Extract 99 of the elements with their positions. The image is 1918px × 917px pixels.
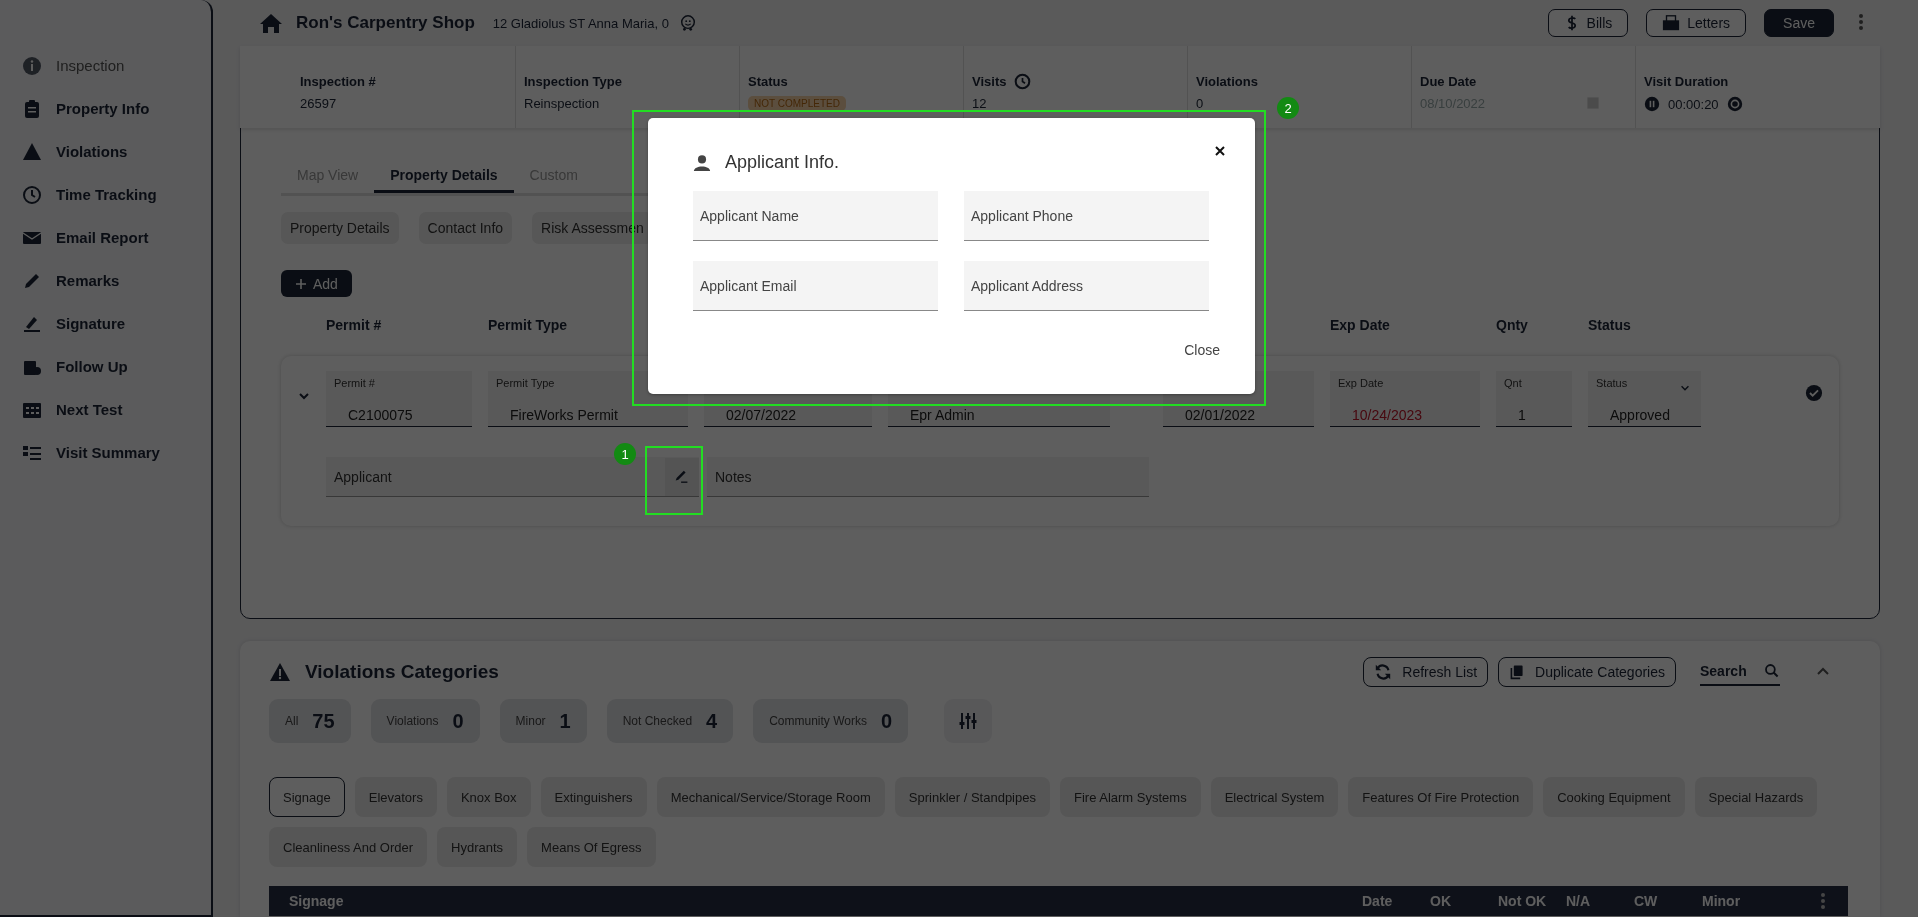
pause-icon bbox=[1644, 96, 1660, 112]
summary-value: 26597 bbox=[300, 96, 337, 111]
tab[interactable]: Property Details bbox=[374, 159, 514, 193]
column-header: Minor bbox=[1702, 893, 1742, 909]
warning-icon bbox=[269, 662, 291, 682]
home-icon bbox=[260, 13, 282, 33]
face-icon bbox=[678, 14, 697, 32]
copy-icon bbox=[1509, 664, 1526, 680]
column-header: Date bbox=[1362, 893, 1394, 909]
sidebar-item[interactable]: Time Tracking bbox=[0, 173, 211, 216]
sidebar-item[interactable]: Property Info bbox=[0, 87, 211, 130]
category-chip[interactable]: Signage bbox=[269, 777, 345, 817]
kebab-icon bbox=[1858, 12, 1864, 31]
category-chip[interactable]: Hydrants bbox=[437, 827, 518, 867]
counter-chip[interactable]: Not Checked 4 bbox=[606, 699, 734, 743]
summary-label: Visit Duration bbox=[1644, 73, 1729, 89]
search-field[interactable]: Search bbox=[1700, 658, 1780, 686]
close-link[interactable]: Close bbox=[1184, 342, 1220, 358]
refresh-list-button[interactable]: Refresh List bbox=[1363, 657, 1489, 687]
category-chip[interactable]: Cooking Equipment bbox=[1543, 777, 1685, 817]
duplicate-categories-button[interactable]: Duplicate Categories bbox=[1498, 657, 1676, 687]
sidebar-item[interactable]: Remarks bbox=[0, 259, 211, 302]
history-icon bbox=[1014, 72, 1032, 90]
category-chip[interactable]: Features Of Fire Protection bbox=[1348, 777, 1534, 817]
sidebar-item[interactable]: Email Report bbox=[0, 216, 211, 259]
save-button[interactable]: Save bbox=[1764, 9, 1834, 37]
category-chip[interactable]: Cleanliness And Order bbox=[269, 827, 428, 867]
sliders-icon bbox=[958, 711, 979, 731]
sidebar-item[interactable]: Visit Summary bbox=[0, 431, 211, 474]
notes-field[interactable]: Notes bbox=[707, 457, 1149, 497]
column-header: Status bbox=[1588, 317, 1631, 333]
category-chip[interactable]: Mechanical/Service/Storage Room bbox=[656, 777, 885, 817]
category-chip[interactable]: Sprinkler / Standpipes bbox=[894, 777, 1050, 817]
counter-chip[interactable]: Minor 1 bbox=[499, 699, 587, 743]
summary-label: Due Date bbox=[1420, 73, 1477, 89]
table-title: Signage bbox=[289, 893, 344, 909]
summary-label: Inspection Type bbox=[524, 73, 622, 89]
clipboard-icon bbox=[22, 98, 42, 119]
clock-icon bbox=[22, 184, 42, 205]
edit-button[interactable] bbox=[665, 457, 699, 496]
sidebar-item[interactable]: Follow Up bbox=[0, 345, 211, 388]
person-icon bbox=[693, 153, 711, 172]
summary-label: Status bbox=[748, 73, 788, 89]
sidebar-item[interactable]: Next Test bbox=[0, 388, 211, 431]
letters-button[interactable]: Letters bbox=[1646, 9, 1747, 37]
column-header: Not OK bbox=[1498, 893, 1548, 909]
input-field[interactable]: Applicant Address bbox=[964, 261, 1209, 311]
refresh-icon bbox=[1726, 96, 1743, 112]
kebab-icon bbox=[1820, 892, 1826, 910]
summary-value: 12 bbox=[972, 96, 987, 111]
permit-field[interactable]: Status Approved bbox=[1588, 371, 1701, 427]
summary-value: 0 bbox=[1196, 96, 1204, 111]
plus-icon bbox=[295, 277, 307, 290]
counter-chip[interactable]: Community Works 0 bbox=[753, 699, 909, 743]
column-header: Permit # bbox=[326, 317, 382, 333]
close-icon[interactable] bbox=[1213, 144, 1227, 158]
column-header: Permit Type bbox=[488, 317, 568, 333]
refresh-icon bbox=[1374, 663, 1393, 681]
category-chip[interactable]: Elevators bbox=[354, 777, 437, 817]
address-text: 12 Gladiolus ST Anna Maria, 0 bbox=[492, 15, 669, 31]
bills-button[interactable]: Bills bbox=[1547, 9, 1629, 37]
shop-title: Ron's Carpentry Shop bbox=[296, 13, 475, 33]
category-chip[interactable]: Extinguishers bbox=[540, 777, 647, 817]
column-header: Exp Date bbox=[1330, 317, 1390, 333]
summary-label: Visits bbox=[972, 73, 1007, 89]
add-button[interactable]: Add bbox=[281, 270, 352, 297]
permit-field[interactable]: Permit # C2100075 bbox=[326, 371, 472, 427]
category-chip[interactable]: Knox Box bbox=[446, 777, 531, 817]
sidebar-item[interactable]: Signature bbox=[0, 302, 211, 345]
permit-field[interactable]: Qnt 1 bbox=[1496, 371, 1572, 427]
permit-field[interactable]: Permit Type FireWorks Permit bbox=[488, 371, 688, 427]
section-chip[interactable]: Contact Info bbox=[418, 212, 513, 244]
search-icon bbox=[1764, 663, 1780, 679]
input-field[interactable]: Applicant Phone bbox=[964, 191, 1209, 241]
counter-chip[interactable]: Violations 0 bbox=[370, 699, 480, 743]
column-header: OK bbox=[1430, 893, 1452, 909]
summary-label: Inspection # bbox=[300, 73, 376, 89]
sidebar-item[interactable]: Violations bbox=[0, 130, 211, 173]
warning-icon bbox=[22, 141, 42, 162]
column-header: CW bbox=[1634, 893, 1659, 909]
summary-value: Reinspection bbox=[524, 96, 600, 111]
highlight-frame bbox=[645, 446, 703, 515]
summary-label: Violations bbox=[1196, 73, 1258, 89]
filter-button[interactable] bbox=[944, 699, 993, 743]
timer-value: 00:00:20 bbox=[1668, 96, 1719, 112]
category-chip[interactable]: Special Hazards bbox=[1694, 777, 1818, 817]
category-chip[interactable]: Electrical System bbox=[1210, 777, 1339, 817]
input-field[interactable]: Applicant Email bbox=[693, 261, 938, 311]
dialog-title: Applicant Info. bbox=[725, 152, 840, 173]
section-title: Violations Categories bbox=[305, 661, 499, 683]
section-chip[interactable]: Property Details bbox=[281, 212, 399, 244]
permit-field[interactable]: Exp Date 10/24/2023 bbox=[1330, 371, 1480, 427]
column-header: Qnty bbox=[1496, 317, 1528, 333]
category-chip[interactable]: Fire Alarm Systems bbox=[1059, 777, 1201, 817]
counter-chip[interactable]: All 75 bbox=[269, 699, 351, 743]
column-header: N/A bbox=[1566, 893, 1592, 909]
category-chip[interactable]: Means Of Egress bbox=[527, 827, 656, 867]
info-icon bbox=[22, 55, 42, 76]
input-field[interactable]: Applicant Name bbox=[693, 191, 938, 241]
